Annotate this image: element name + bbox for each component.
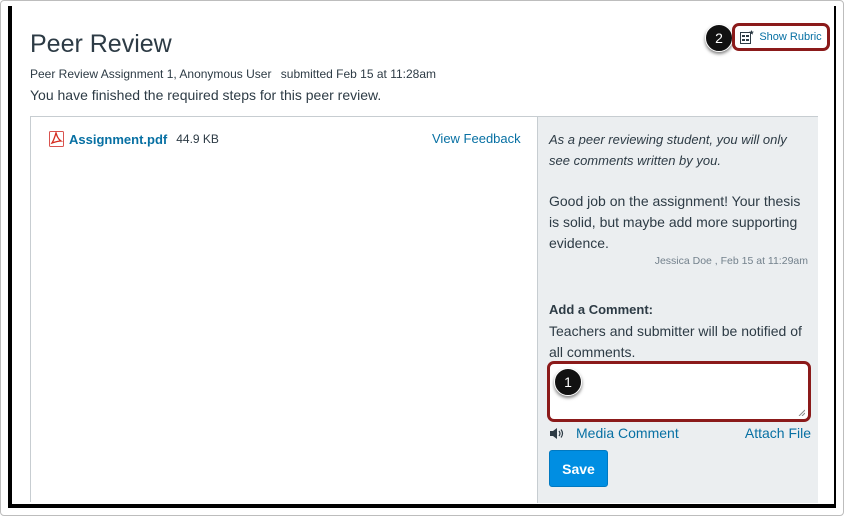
- comment-text: Good job on the assignment! Your thesis …: [549, 193, 801, 251]
- status-message: You have finished the required steps for…: [30, 87, 382, 103]
- assignment-name: Peer Review Assignment 1, Anonymous User: [30, 67, 272, 81]
- file-size: 44.9 KB: [176, 132, 219, 146]
- view-feedback-link[interactable]: View Feedback: [432, 131, 521, 146]
- media-comment-link[interactable]: Media Comment: [576, 425, 679, 441]
- comment-author-date: Jessica Doe , Feb 15 at 11:29am: [654, 255, 808, 267]
- file-link[interactable]: Assignment.pdf: [69, 132, 167, 147]
- file-row: Assignment.pdf 44.9 KB: [49, 130, 219, 147]
- pdf-icon: [49, 130, 64, 147]
- speaker-icon: [549, 427, 565, 440]
- submission-info: Peer Review Assignment 1, Anonymous User…: [30, 67, 436, 81]
- peer-review-panel: Assignment.pdf 44.9 KB View Feedback As …: [30, 116, 818, 503]
- submitted-date: submitted Feb 15 at 11:28am: [280, 67, 436, 81]
- resize-handle-icon[interactable]: [798, 409, 805, 416]
- frame-border-right: [834, 6, 836, 507]
- callout-badge-1: 1: [554, 368, 582, 396]
- rubric-icon: [740, 30, 755, 44]
- document-preview: Assignment.pdf 44.9 KB View Feedback: [31, 117, 537, 503]
- show-rubric-button[interactable]: Show Rubric: [732, 23, 830, 51]
- add-comment-label: Add a Comment:: [549, 302, 653, 317]
- callout-badge-2: 2: [705, 24, 733, 52]
- frame-border-left: [8, 6, 12, 507]
- attach-file-link[interactable]: Attach File: [745, 425, 811, 441]
- save-button[interactable]: Save: [549, 450, 608, 487]
- show-rubric-label: Show Rubric: [759, 31, 822, 43]
- notify-text: Teachers and submitter will be notified …: [549, 323, 802, 360]
- visibility-note: As a peer reviewing student, you will on…: [549, 132, 787, 168]
- page-title: Peer Review: [30, 30, 172, 58]
- comment-actions: Media Comment Attach File: [549, 425, 811, 443]
- frame-border-bottom: [8, 504, 836, 508]
- comments-sidebar: As a peer reviewing student, you will on…: [537, 117, 818, 503]
- comment-input[interactable]: [547, 361, 811, 422]
